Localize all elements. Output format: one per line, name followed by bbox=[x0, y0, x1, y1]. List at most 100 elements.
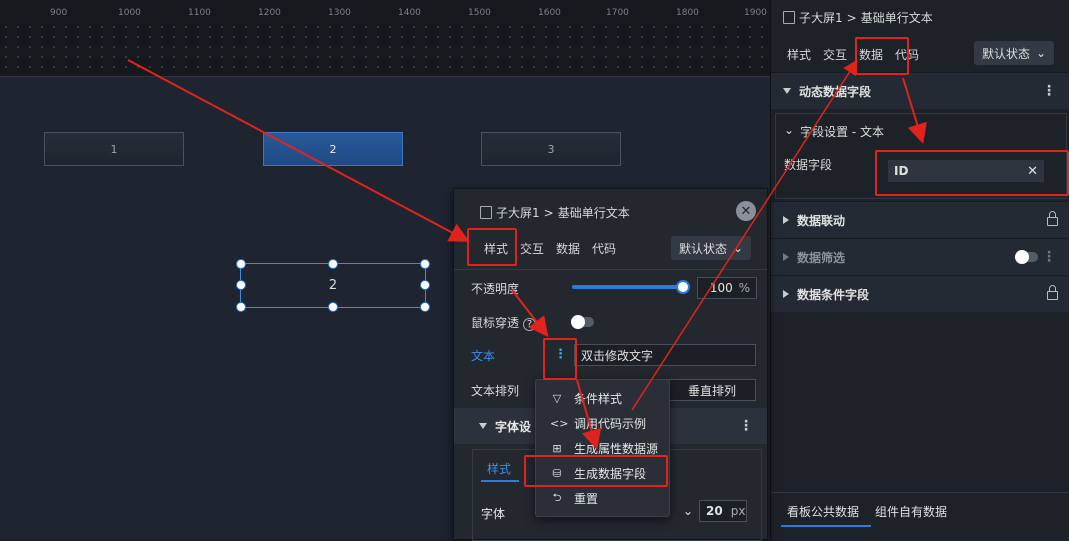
tab-style[interactable]: 样式 bbox=[781, 46, 817, 63]
component-icon bbox=[783, 11, 795, 24]
breadcrumb-separator: > bbox=[543, 205, 554, 220]
float-breadcrumb: 子大屏1 > 基础单行文本 bbox=[480, 204, 630, 221]
more-icon[interactable]: ⋮ bbox=[1042, 250, 1056, 264]
section-title: 数据条件字段 bbox=[797, 287, 870, 302]
tab-interaction[interactable]: 交互 bbox=[514, 240, 550, 257]
section-title: 数据筛选 bbox=[797, 250, 846, 265]
resize-handle[interactable] bbox=[236, 302, 246, 312]
mouse-through-toggle[interactable] bbox=[571, 315, 594, 329]
chevron-down-icon: ⌄ bbox=[733, 241, 744, 255]
state-dropdown-label: 默认状态 bbox=[982, 46, 1031, 61]
font-family-dropdown[interactable]: ⌄ bbox=[677, 500, 701, 522]
chevron-down-icon: ⌄ bbox=[1036, 46, 1047, 60]
menu-item-label: 重置 bbox=[574, 491, 599, 506]
section-filter[interactable]: 数据筛选 ⋮ bbox=[771, 238, 1069, 275]
tab-data[interactable]: 数据 bbox=[550, 240, 586, 257]
breadcrumb-parent[interactable]: 子大屏1 bbox=[799, 9, 843, 26]
opacity-unit: % bbox=[738, 281, 750, 295]
font-label: 字体 bbox=[481, 507, 506, 521]
highlight-generate-field bbox=[524, 455, 668, 487]
caret-down-icon bbox=[783, 88, 791, 94]
tab-own-data[interactable]: 组件自有数据 bbox=[875, 503, 947, 520]
datasource-icon: ⊞ bbox=[552, 441, 562, 455]
menu-item-label: 条件样式 bbox=[574, 391, 623, 406]
data-field-label: 数据字段 bbox=[784, 158, 833, 172]
section-title: 数据联动 bbox=[797, 213, 846, 228]
caret-right-icon bbox=[783, 290, 789, 298]
font-size-input[interactable]: 20 px bbox=[699, 500, 747, 522]
state-dropdown[interactable]: 默认状态 ⌄ bbox=[671, 236, 752, 260]
resize-handle[interactable] bbox=[420, 302, 430, 312]
ruler-tick: 1700 bbox=[606, 8, 629, 18]
resize-handle[interactable] bbox=[236, 259, 246, 269]
mouse-through-text: 鼠标穿透 bbox=[471, 316, 520, 330]
menu-item-label: 生成属性数据源 bbox=[574, 441, 659, 456]
help-icon[interactable]: ? bbox=[522, 318, 537, 331]
section-linkage[interactable]: 数据联动 bbox=[771, 201, 1069, 238]
arrange-option-label: 垂直排列 bbox=[687, 383, 736, 398]
state-dropdown-label: 默认状态 bbox=[679, 241, 728, 256]
field-settings-header[interactable]: ⌄ 字段设置 - 文本 bbox=[784, 123, 884, 140]
canvas-tab-3[interactable]: 3 bbox=[481, 132, 621, 166]
text-input-value: 双击修改文字 bbox=[581, 348, 654, 363]
resize-handle[interactable] bbox=[420, 280, 430, 290]
arrange-vertical-button[interactable]: 垂直排列 bbox=[668, 379, 756, 401]
menu-item-code-example[interactable]: <> 调用代码示例 bbox=[550, 412, 646, 434]
more-icon[interactable]: ⋮ bbox=[739, 419, 753, 433]
active-tab-indicator bbox=[481, 480, 519, 482]
ruler-tick: 1600 bbox=[538, 8, 561, 18]
breadcrumb-separator: > bbox=[846, 10, 857, 25]
tab-interaction[interactable]: 交互 bbox=[817, 46, 853, 63]
caret-right-icon bbox=[783, 253, 789, 261]
ruler: 900 1000 1100 1200 1300 1400 1500 1600 1… bbox=[0, 0, 770, 77]
text-label: 文本 bbox=[471, 349, 496, 363]
filter-icon: ▽ bbox=[552, 391, 562, 405]
component-icon bbox=[480, 206, 492, 219]
field-settings-title: 字段设置 - 文本 bbox=[800, 125, 885, 139]
breadcrumb-current: 基础单行文本 bbox=[860, 11, 933, 25]
breadcrumb: 子大屏1 > 基础单行文本 bbox=[783, 9, 933, 26]
opacity-value: 100 bbox=[709, 281, 733, 295]
close-icon[interactable]: ✕ bbox=[736, 201, 756, 221]
ruler-tick: 1300 bbox=[328, 8, 351, 18]
text-arrange-label: 文本排列 bbox=[471, 384, 520, 398]
canvas-tab-1[interactable]: 1 bbox=[44, 132, 184, 166]
mouse-through-label: 鼠标穿透 ? bbox=[471, 314, 537, 331]
tab-public-data[interactable]: 看板公共数据 bbox=[787, 503, 859, 520]
more-icon[interactable]: ⋮ bbox=[1042, 84, 1056, 98]
ruler-tick: 1800 bbox=[676, 8, 699, 18]
ruler-tick: 1100 bbox=[188, 8, 211, 18]
highlight-text-more bbox=[543, 338, 577, 380]
lock-icon bbox=[1047, 285, 1058, 300]
filter-toggle[interactable] bbox=[1015, 250, 1038, 264]
menu-item-conditional-style[interactable]: ▽ 条件样式 bbox=[550, 387, 622, 409]
section-dynamic-fields[interactable]: 动态数据字段 ⋮ bbox=[771, 72, 1069, 109]
resize-handle[interactable] bbox=[328, 259, 338, 269]
opacity-input[interactable]: 100 % bbox=[697, 277, 757, 299]
canvas-tab-2[interactable]: 2 bbox=[263, 132, 403, 166]
right-property-panel: 子大屏1 > 基础单行文本 样式 交互 数据 代码 默认状态 ⌄ 动态数据字段 … bbox=[770, 0, 1069, 538]
highlight-data-field bbox=[875, 150, 1069, 196]
resize-handle[interactable] bbox=[236, 280, 246, 290]
section-title: 动态数据字段 bbox=[799, 84, 872, 99]
resize-handle[interactable] bbox=[420, 259, 430, 269]
opacity-label: 不透明度 bbox=[471, 282, 520, 296]
bottom-tabs: 看板公共数据 组件自有数据 bbox=[771, 492, 1069, 539]
opacity-slider[interactable] bbox=[572, 280, 690, 294]
caret-down-icon bbox=[479, 423, 487, 429]
font-tab-style[interactable]: 样式 bbox=[487, 460, 511, 477]
slider-thumb[interactable] bbox=[676, 280, 690, 294]
state-dropdown[interactable]: 默认状态 ⌄ bbox=[974, 41, 1055, 65]
ruler-tick: 1400 bbox=[398, 8, 421, 18]
tab-code[interactable]: 代码 bbox=[586, 240, 622, 257]
menu-item-reset[interactable]: ⮌ 重置 bbox=[550, 487, 598, 509]
section-conditional[interactable]: 数据条件字段 bbox=[771, 275, 1069, 312]
chevron-down-icon: ⌄ bbox=[683, 504, 694, 518]
breadcrumb-current: 基础单行文本 bbox=[557, 206, 630, 220]
breadcrumb-parent[interactable]: 子大屏1 bbox=[496, 204, 540, 221]
context-menu: ▽ 条件样式 <> 调用代码示例 ⊞ 生成属性数据源 ⛁ 生成数据字段 ⮌ 重置 bbox=[535, 379, 670, 517]
resize-handle[interactable] bbox=[328, 302, 338, 312]
text-input[interactable]: 双击修改文字 bbox=[574, 344, 756, 366]
caret-right-icon bbox=[783, 216, 789, 224]
lock-icon bbox=[1047, 211, 1058, 226]
